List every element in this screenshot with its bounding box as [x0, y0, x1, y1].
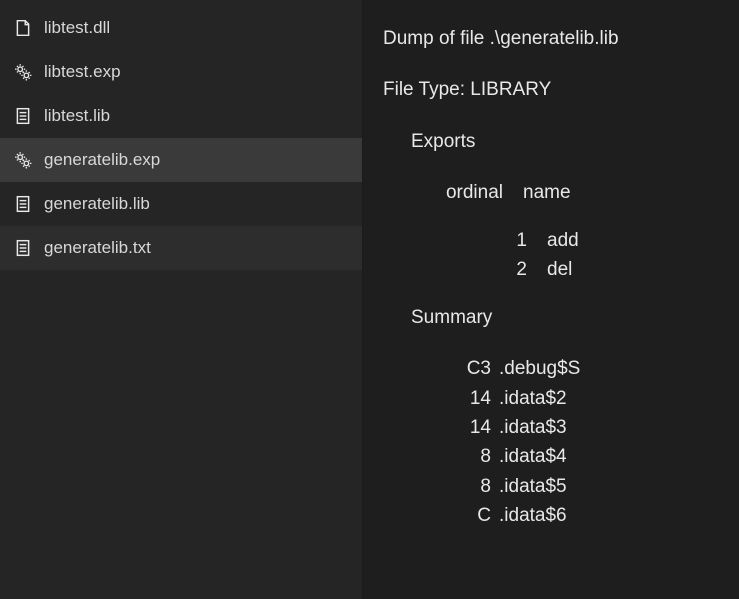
export-name: add — [547, 226, 579, 255]
file-item[interactable]: libtest.lib — [0, 94, 362, 138]
file-item[interactable]: generatelib.exp — [0, 138, 362, 182]
exports-header-row: ordinal name — [431, 178, 723, 207]
file-item[interactable]: generatelib.txt — [0, 226, 362, 270]
doc-icon — [14, 239, 32, 257]
col-ordinal: ordinal — [431, 178, 523, 207]
dump-header-line: Dump of file .\generatelib.lib — [383, 24, 723, 53]
summary-row: 14.idata$3 — [439, 413, 723, 442]
summary-section: .idata$2 — [499, 384, 567, 413]
summary-section: .debug$S — [499, 354, 580, 383]
gear-icon — [14, 63, 32, 81]
summary-row: 14.idata$2 — [439, 384, 723, 413]
summary-row: C.idata$6 — [439, 501, 723, 530]
summary-section: .idata$5 — [499, 472, 567, 501]
summary-size: C3 — [439, 354, 499, 383]
gear-icon — [14, 151, 32, 169]
file-item-label: libtest.exp — [44, 62, 121, 82]
file-item[interactable]: libtest.dll — [0, 6, 362, 50]
export-row: 1add — [455, 226, 723, 255]
summary-section: .idata$4 — [499, 442, 567, 471]
app-root: libtest.dll libtest.exp libtest.lib generat… — [0, 0, 739, 599]
summary-size: 8 — [439, 472, 499, 501]
file-item-label: generatelib.exp — [44, 150, 160, 170]
doc-icon — [14, 195, 32, 213]
file-explorer: libtest.dll libtest.exp libtest.lib generat… — [0, 0, 363, 599]
summary-heading: Summary — [383, 303, 723, 332]
file-content-panel: Dump of file .\generatelib.lib File Type… — [363, 0, 739, 599]
dll-icon — [14, 19, 32, 37]
export-name: del — [547, 255, 572, 284]
export-ordinal: 1 — [455, 226, 547, 255]
file-type-line: File Type: LIBRARY — [383, 75, 723, 104]
export-row: 2del — [455, 255, 723, 284]
summary-size: 8 — [439, 442, 499, 471]
summary-section: .idata$6 — [499, 501, 567, 530]
summary-section: .idata$3 — [499, 413, 567, 442]
file-item-label: libtest.dll — [44, 18, 110, 38]
exports-table: ordinal name 1add2del — [383, 178, 723, 284]
summary-row: C3.debug$S — [439, 354, 723, 383]
summary-size: 14 — [439, 384, 499, 413]
summary-row: 8.idata$5 — [439, 472, 723, 501]
file-item-label: libtest.lib — [44, 106, 110, 126]
file-item[interactable]: generatelib.lib — [0, 182, 362, 226]
exports-heading: Exports — [383, 127, 723, 156]
file-item-label: generatelib.lib — [44, 194, 150, 214]
summary-table: C3.debug$S14.idata$214.idata$38.idata$48… — [383, 354, 723, 531]
file-item-label: generatelib.txt — [44, 238, 151, 258]
col-name: name — [523, 178, 571, 207]
summary-size: 14 — [439, 413, 499, 442]
export-ordinal: 2 — [455, 255, 547, 284]
summary-row: 8.idata$4 — [439, 442, 723, 471]
file-item[interactable]: libtest.exp — [0, 50, 362, 94]
doc-icon — [14, 107, 32, 125]
summary-size: C — [439, 501, 499, 530]
